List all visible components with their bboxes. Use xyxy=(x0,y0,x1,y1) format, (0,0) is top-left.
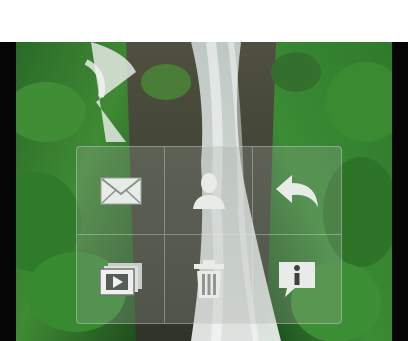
photo-actions-menu xyxy=(76,146,342,324)
assign-contact-button[interactable] xyxy=(165,147,253,235)
slideshow-button[interactable] xyxy=(77,235,165,323)
slideshow-icon xyxy=(95,257,147,301)
trash-icon xyxy=(183,257,235,301)
info-bubble-icon xyxy=(271,257,323,301)
photo-viewer[interactable] xyxy=(0,42,408,341)
email-button[interactable] xyxy=(77,147,165,235)
info-button[interactable] xyxy=(253,235,341,323)
top-bar xyxy=(0,0,408,42)
envelope-icon xyxy=(95,169,147,213)
back-button[interactable] xyxy=(253,147,341,235)
delete-button[interactable] xyxy=(165,235,253,323)
person-icon xyxy=(183,169,235,213)
reply-arrow-icon xyxy=(271,169,323,213)
